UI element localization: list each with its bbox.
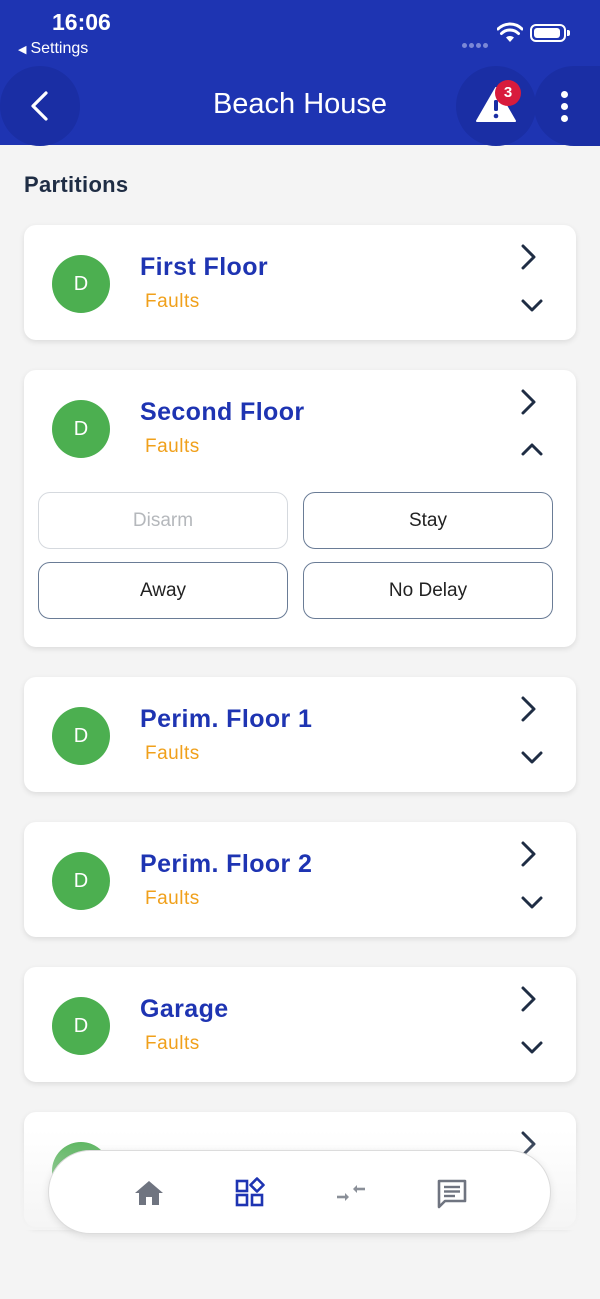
- bottom-nav: [48, 1150, 551, 1234]
- no-delay-button[interactable]: No Delay: [303, 562, 553, 619]
- partition-status-avatar: D: [52, 997, 110, 1055]
- chevron-right-icon[interactable]: [518, 243, 540, 271]
- dashboard-icon[interactable]: [232, 1175, 268, 1211]
- chevron-down-icon[interactable]: [520, 1039, 544, 1055]
- partition-card[interactable]: D Garage Faults: [24, 967, 576, 1082]
- app-header: 16:06 ◀ Settings Beach House 3: [0, 0, 600, 146]
- away-button[interactable]: Away: [38, 562, 288, 619]
- partition-card[interactable]: D Perim. Floor 1 Faults: [24, 677, 576, 792]
- chevron-up-icon[interactable]: [520, 442, 544, 458]
- partition-status-avatar: D: [52, 255, 110, 313]
- chevron-down-icon[interactable]: [520, 749, 544, 765]
- section-title: Partitions: [24, 172, 129, 197]
- status-back-link[interactable]: ◀ Settings: [18, 40, 88, 58]
- partition-name: Perim. Floor 2: [140, 850, 313, 878]
- chevron-right-icon[interactable]: [518, 840, 540, 868]
- partition-status: Faults: [145, 888, 200, 909]
- chevron-right-icon[interactable]: [518, 695, 540, 723]
- partition-status-avatar: D: [52, 852, 110, 910]
- partition-status: Faults: [145, 743, 200, 764]
- partition-status: Faults: [145, 291, 200, 312]
- signal-icon: [462, 35, 490, 53]
- partition-name: First Floor: [140, 253, 269, 281]
- alert-count-badge: 3: [495, 80, 521, 106]
- chevron-down-icon[interactable]: [520, 297, 544, 313]
- transfer-icon[interactable]: [333, 1175, 369, 1211]
- chevron-right-icon[interactable]: [518, 985, 540, 1013]
- stay-button[interactable]: Stay: [303, 492, 553, 549]
- partition-name: Garage: [140, 995, 229, 1023]
- partition-status-avatar: D: [52, 400, 110, 458]
- partition-card[interactable]: D Perim. Floor 2 Faults: [24, 822, 576, 937]
- more-options-button[interactable]: [534, 66, 600, 146]
- partition-status: Faults: [145, 1033, 200, 1054]
- partition-card[interactable]: D First Floor Faults: [24, 225, 576, 340]
- home-icon[interactable]: [131, 1175, 167, 1211]
- messages-icon[interactable]: [434, 1175, 470, 1211]
- wifi-icon: [497, 22, 523, 42]
- disarm-button[interactable]: Disarm: [38, 492, 288, 549]
- partition-status: Faults: [145, 436, 200, 457]
- status-back-label: Settings: [30, 40, 89, 57]
- back-triangle-icon: ◀: [18, 44, 27, 56]
- chevron-right-icon[interactable]: [518, 388, 540, 416]
- partition-name: Perim. Floor 1: [140, 705, 313, 733]
- chevron-down-icon[interactable]: [520, 894, 544, 910]
- partition-card-expanded[interactable]: D Second Floor Faults Disarm Stay Away N…: [24, 370, 576, 647]
- partition-name: Second Floor: [140, 398, 305, 426]
- alerts-button[interactable]: [456, 66, 536, 146]
- status-time: 16:06: [52, 9, 111, 35]
- battery-icon: [530, 24, 570, 42]
- partition-status-avatar: D: [52, 707, 110, 765]
